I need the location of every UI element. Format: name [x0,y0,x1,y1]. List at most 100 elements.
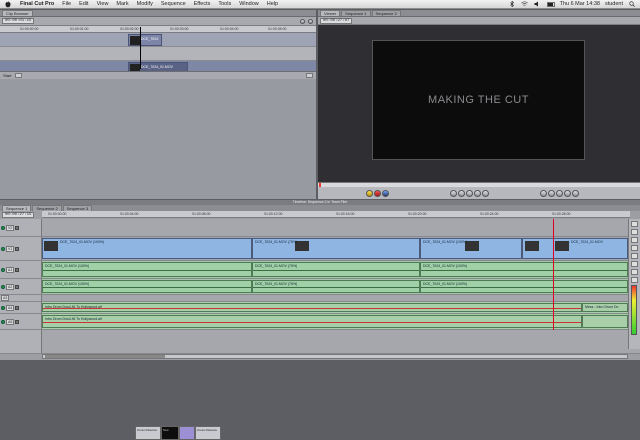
crop-tool-icon[interactable] [631,269,638,275]
menu-view[interactable]: View [93,1,113,7]
spotlight-icon[interactable] [628,1,636,7]
timeline-video-clip[interactable]: DCE_7024_01.MOV [522,238,628,259]
timeline-ruler[interactable]: 01:00:00:00 01:00:04:00 01:00:08:00 01:0… [42,211,630,218]
timeline-timecode[interactable]: 00:00:27:15 [2,211,35,218]
add-keyframe-button[interactable] [556,189,563,197]
track-header-a5: A5 [0,314,42,329]
music-clip[interactable]: Mess - Intro Drum Do [582,303,628,312]
menu-mark[interactable]: Mark [112,1,132,7]
track-header-empty [0,330,42,353]
lock-icon[interactable] [15,246,20,251]
ruler-tick: 01:00:04:00 [120,212,139,216]
selection-tool-icon[interactable] [631,221,638,227]
match-frame-button[interactable] [540,189,547,197]
play-in-out-button[interactable] [458,189,465,197]
menu-edit[interactable]: Edit [75,1,92,7]
browser-track-video: DCE_7024 [0,33,316,47]
audio-waveform [43,286,251,288]
menu-help[interactable]: Help [263,1,282,7]
transition-clip[interactable]: Cross Dissolve [135,426,161,440]
tab-sequence-2[interactable]: Sequence 2 [371,10,401,16]
lock-icon[interactable] [15,225,20,230]
track-visibility-toggle[interactable] [1,225,5,230]
browser-timecode[interactable]: 00:00:01:15 [2,18,35,24]
wifi-icon[interactable] [521,1,529,7]
zoom-tool-icon[interactable] [631,261,638,267]
timeline-video-clip[interactable]: DCE_7024_01.MOV (75%) [252,238,420,259]
play-button[interactable] [466,189,473,197]
tab-clip-browser[interactable]: Clip Browser [2,10,33,16]
viewer-canvas[interactable]: MAKING THE CUT [318,25,640,182]
transition-clip[interactable] [179,426,195,440]
insert-edit-button[interactable] [366,189,373,197]
volume-icon[interactable] [534,1,542,7]
music-clip[interactable]: Intro Drum Dos4-NI To Hollywood.aif [42,315,582,328]
timeline-audio-clip[interactable]: DCE_7024_01.MOV (100%) [420,280,628,293]
music-clip[interactable] [582,315,628,328]
track-visibility-toggle[interactable] [1,246,5,251]
viewer-pane: Viewer Sequence 1 Sequence 2 00:00:27:07… [318,10,640,199]
mark-in-button[interactable] [572,189,579,197]
prev-edit-button[interactable] [450,189,457,197]
menu-effects[interactable]: Effects [190,1,215,7]
add-marker-button[interactable] [564,189,571,197]
replace-edit-button[interactable] [382,189,389,197]
transition-clip[interactable]: Cross Dissolve [195,426,221,440]
timeline-scrollbar[interactable] [42,354,628,359]
timeline-playhead[interactable] [553,219,554,330]
track-audio-toggle[interactable] [1,267,5,272]
apple-icon[interactable] [4,0,12,8]
music-clip[interactable]: Intro Drum Dos4-NI To Hollywood.aif [42,303,582,312]
menu-modify[interactable]: Modify [133,1,157,7]
zoom-slider[interactable] [306,73,313,78]
ruler-tick: 01:00:00:00 [20,27,39,31]
browser-playhead[interactable] [140,27,141,69]
pen-tool-icon[interactable] [631,277,638,283]
menubar-user[interactable]: student [605,1,623,7]
app-menu[interactable]: Final Cut Pro [16,1,58,7]
mark-clip-button[interactable] [548,189,555,197]
timeline-audio-clip[interactable]: DCE_7024_01.MOV (100%) [420,262,628,277]
clip-label: Text [163,428,169,432]
menu-window[interactable]: Window [235,1,263,7]
battery-icon[interactable] [546,1,555,7]
timeline-audio-clip[interactable]: DCE_7024_01.MOV (75%) [252,280,420,293]
timeline-audio-clip[interactable]: DCE_7024_01.MOV (100%) [42,262,252,277]
slip-tool-icon[interactable] [631,253,638,259]
tab-viewer[interactable]: Viewer [320,10,341,16]
scrollbar-thumb[interactable] [45,355,165,358]
track-audio-toggle[interactable] [1,305,5,310]
tab-sequence-1[interactable]: Sequence 1 [341,10,371,16]
menu-sequence[interactable]: Sequence [157,1,190,7]
lock-icon[interactable] [15,267,20,272]
overwrite-edit-button[interactable] [374,189,381,197]
menubar-clock[interactable]: Thu 6 Mar 14:38 [560,1,600,7]
track-audio-toggle[interactable] [1,284,5,289]
loop-icon[interactable] [300,18,305,24]
zoom-control[interactable] [15,73,23,78]
ripple-tool-icon[interactable] [631,237,638,243]
lock-icon[interactable] [15,284,20,289]
timeline-video-clip[interactable]: DCE_7024_01.MOV (100%) [420,238,522,259]
snap-icon[interactable] [308,18,313,24]
bluetooth-icon[interactable] [508,1,516,7]
track-name: A4 [6,304,15,311]
menu-file[interactable]: File [58,1,75,7]
browser-clip-video[interactable]: DCE_7024 [128,34,162,46]
viewer-timecode[interactable]: 00:00:27:07 [320,17,353,24]
browser-ruler[interactable]: 01:00:00:00 01:00:01:00 01:00:02:00 01:0… [0,26,316,33]
razor-tool-icon[interactable] [631,245,638,251]
play-around-button[interactable] [474,189,481,197]
timeline-tool-palette [628,219,640,349]
lock-icon[interactable] [15,319,20,324]
timeline-audio-clip[interactable]: DCE_7024_01.MOV (100%) [42,280,252,293]
track-select-tool-icon[interactable] [631,229,638,235]
timeline-audio-clip[interactable]: DCE_7024_01.MOV (75%) [252,262,420,277]
next-edit-button[interactable] [482,189,489,197]
text-clip[interactable]: Text [161,426,179,440]
lock-icon[interactable] [15,305,20,310]
browser-pane: Clip Browser 00:00:01:15 01:00:00:00 01:… [0,10,316,199]
timeline-video-clip[interactable]: DCE_7024_01.MOV (100%) [42,238,252,259]
track-audio-toggle[interactable] [1,319,5,324]
menu-tools[interactable]: Tools [214,1,235,7]
